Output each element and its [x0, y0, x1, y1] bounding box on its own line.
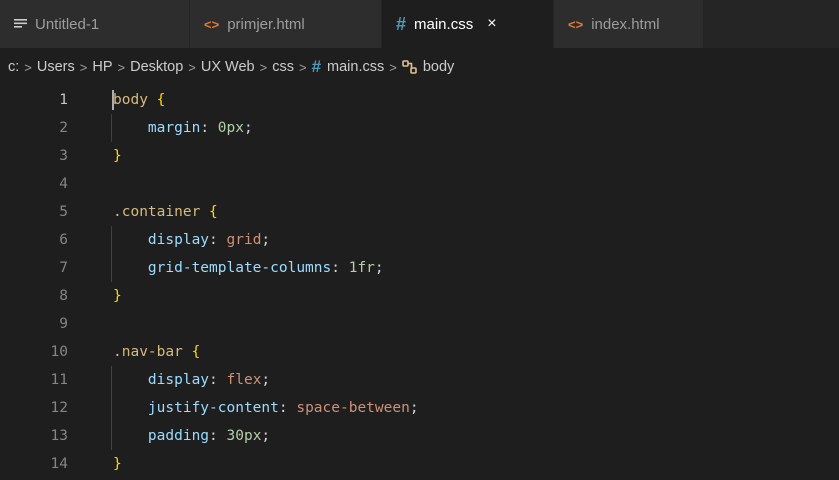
- code-text: body {: [80, 92, 165, 108]
- css-value: 0px: [217, 120, 244, 136]
- breadcrumb-hp[interactable]: HP: [92, 59, 112, 75]
- breadcrumb-users[interactable]: Users: [37, 59, 75, 75]
- code-text: display: grid;: [147, 232, 271, 248]
- code-line: 12 justify-content: space-between;: [0, 394, 839, 422]
- chevron-right-icon: >: [117, 59, 126, 75]
- line-number: 13: [50, 428, 68, 444]
- code-text: margin: 0px;: [147, 120, 253, 136]
- close-icon[interactable]: ×: [487, 15, 496, 33]
- css-value: grid: [226, 232, 262, 248]
- tab-label: main.css: [414, 15, 474, 33]
- code-line: 3 }: [0, 142, 839, 170]
- breadcrumb-body[interactable]: body: [423, 59, 454, 75]
- breadcrumb-drive[interactable]: c:: [8, 59, 19, 75]
- chevron-right-icon: >: [298, 59, 307, 75]
- line-number: 2: [59, 120, 68, 136]
- css-value: 30px: [226, 428, 262, 444]
- tab-label: Untitled-1: [35, 15, 100, 33]
- code-line: 11 display: flex;: [0, 366, 839, 394]
- line-number: 12: [50, 400, 68, 416]
- tab-main-css[interactable]: # main.css ×: [382, 0, 554, 48]
- breadcrumb-css[interactable]: css: [272, 59, 294, 75]
- breadcrumb-ux-web[interactable]: UX Web: [201, 59, 255, 75]
- code-line: 10 .nav-bar {: [0, 338, 839, 366]
- css-value: flex: [226, 372, 262, 388]
- chevron-right-icon: >: [259, 59, 268, 75]
- brace: {: [209, 204, 218, 220]
- brace: }: [113, 148, 122, 164]
- css-selector: body: [113, 92, 148, 108]
- line-number: 9: [59, 316, 68, 332]
- chevron-right-icon: >: [79, 59, 88, 75]
- editor-tab-bar: Untitled-1 <> primjer.html # main.css × …: [0, 0, 839, 48]
- brace: {: [156, 92, 166, 108]
- line-number: 7: [59, 260, 68, 276]
- code-text: .container {: [80, 204, 218, 220]
- line-number: 11: [50, 372, 68, 388]
- css-value: space-between: [296, 400, 410, 416]
- code-line: 4: [0, 170, 839, 198]
- selector-symbol-icon: [402, 60, 417, 74]
- css-property: grid-template-columns: [147, 260, 332, 276]
- code-text: }: [80, 456, 122, 472]
- line-number: 10: [50, 344, 68, 360]
- css-property: justify-content: [147, 400, 279, 416]
- css-selector: .container: [113, 204, 201, 220]
- code-line: 5 .container {: [0, 198, 839, 226]
- chevron-right-icon: >: [389, 59, 397, 75]
- tab-label: index.html: [591, 15, 660, 33]
- code-text: grid-template-columns: 1fr;: [147, 260, 384, 276]
- code-line: 8 }: [0, 282, 839, 310]
- hash-icon: #: [396, 13, 407, 34]
- lines-icon: [14, 18, 27, 30]
- tab-index-html[interactable]: <> index.html: [554, 0, 704, 48]
- css-value: 1fr: [348, 260, 375, 276]
- code-text: .nav-bar {: [80, 344, 200, 360]
- line-number: 5: [59, 204, 68, 220]
- chevron-right-icon: >: [188, 59, 196, 75]
- css-property: display: [147, 232, 210, 248]
- hash-icon: #: [311, 57, 322, 76]
- code-line: 2 margin: 0px;: [0, 114, 839, 142]
- css-selector: .nav-bar: [113, 344, 183, 360]
- line-number: 8: [59, 288, 68, 304]
- code-editor[interactable]: 1 body { 2 margin: 0px; 3 } 4 5 .contain…: [0, 86, 839, 480]
- breadcrumb: c: > Users > HP > Desktop > UX Web > css…: [0, 48, 839, 86]
- css-property: display: [147, 372, 210, 388]
- code-line: 1 body {: [0, 86, 839, 114]
- code-text: padding: 30px;: [147, 428, 271, 444]
- code-text: }: [80, 288, 122, 304]
- breadcrumb-main-css[interactable]: main.css: [327, 59, 384, 75]
- code-text: display: flex;: [147, 372, 271, 388]
- html-icon: <>: [204, 16, 220, 32]
- code-line: 9: [0, 310, 839, 338]
- chevron-right-icon: >: [24, 59, 32, 75]
- css-property: margin: [147, 120, 201, 136]
- html-icon: <>: [568, 16, 584, 32]
- code-line: 7 grid-template-columns: 1fr;: [0, 254, 839, 282]
- breadcrumb-desktop[interactable]: Desktop: [130, 59, 183, 75]
- code-text: }: [80, 148, 122, 164]
- line-number: 14: [50, 456, 68, 472]
- line-number: 4: [59, 176, 68, 192]
- brace: }: [113, 288, 122, 304]
- tab-primjer-html[interactable]: <> primjer.html: [190, 0, 382, 48]
- line-number: 1: [59, 92, 68, 108]
- brace: {: [191, 344, 201, 360]
- brace: }: [113, 456, 122, 472]
- css-property: padding: [147, 428, 210, 444]
- tab-untitled-1[interactable]: Untitled-1: [0, 0, 190, 48]
- code-line: 6 display: grid;: [0, 226, 839, 254]
- line-number: 3: [59, 148, 68, 164]
- line-number: 6: [59, 232, 68, 248]
- code-line: 14 }: [0, 450, 839, 478]
- code-text: justify-content: space-between;: [147, 400, 419, 416]
- tab-label: primjer.html: [227, 15, 305, 33]
- code-line: 13 padding: 30px;: [0, 422, 839, 450]
